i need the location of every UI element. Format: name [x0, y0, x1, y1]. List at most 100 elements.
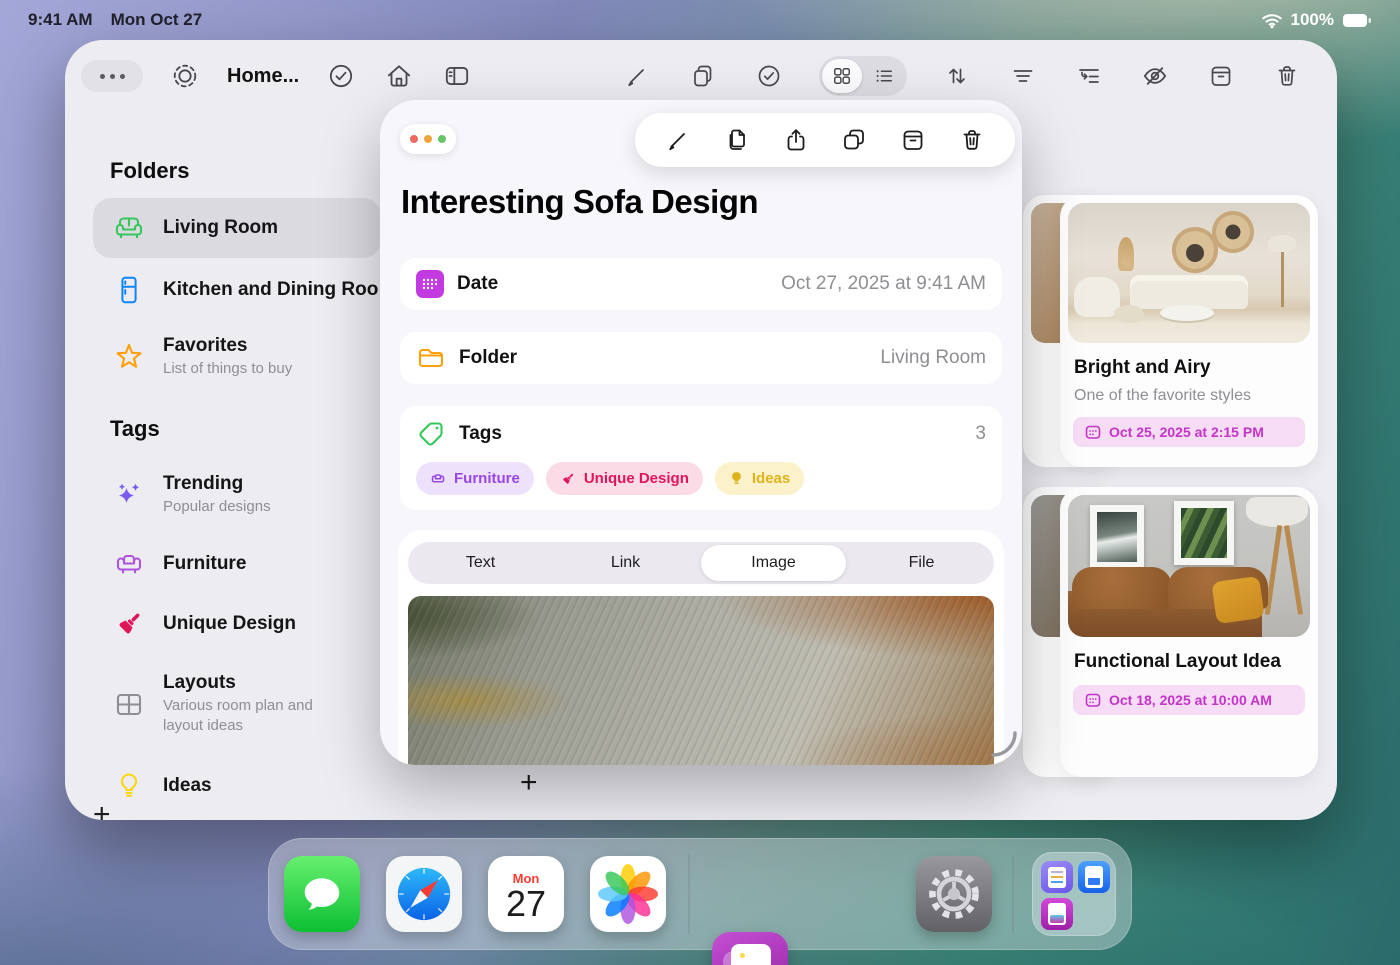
sidebar-item-subtitle: Various room plan and layout ideas — [163, 696, 343, 737]
card-date-badge: Oct 25, 2025 at 2:15 PM — [1073, 417, 1305, 447]
app-window: Home... — [65, 40, 1337, 820]
tags-row[interactable]: Tags 3 Furniture Unique Design Ideas — [400, 406, 1002, 510]
sidebar-item-subtitle: List of things to buy — [163, 359, 343, 379]
sidebar-item-favorites[interactable]: Favorites List of things to buy — [93, 324, 381, 390]
card-functional-layout[interactable]: Functional Layout Idea Oct 18, 2025 at 1… — [1060, 487, 1318, 777]
view-mode-segment[interactable] — [819, 56, 907, 96]
sidebar-item-label: Ideas — [163, 775, 212, 796]
dock-app-photos[interactable] — [590, 856, 666, 932]
tab-text[interactable]: Text — [408, 545, 553, 581]
status-date: Mon Oct 27 — [111, 10, 203, 30]
sidebar-item-subtitle: Popular designs — [163, 497, 343, 517]
tags-header: Tags — [110, 416, 160, 442]
tags-count: 3 — [975, 423, 986, 445]
tag-chip-unique-design[interactable]: Unique Design — [546, 462, 703, 495]
sidebar-item-label: Layouts — [163, 672, 343, 694]
trash-icon[interactable] — [1271, 60, 1303, 92]
sidebar-item-label: Furniture — [163, 553, 246, 574]
detail-modal: Interesting Sofa Design Date Oct 27, 202… — [380, 100, 1022, 765]
dock-app-gallery-notes[interactable] — [712, 932, 788, 965]
tag-chip-furniture[interactable]: Furniture — [416, 462, 534, 495]
battery-icon — [1342, 13, 1372, 28]
home-icon[interactable] — [383, 60, 415, 92]
fridge-icon — [109, 274, 149, 306]
card-title: Functional Layout Idea — [1074, 651, 1281, 673]
sparkles-icon — [109, 479, 149, 511]
edit-pencil-icon[interactable] — [621, 60, 653, 92]
dock-app-calendar[interactable]: Mon 27 — [488, 856, 564, 932]
tab-image[interactable]: Image — [701, 545, 846, 581]
date-row[interactable]: Date Oct 27, 2025 at 9:41 AM — [400, 258, 1002, 310]
folder-row[interactable]: Folder Living Room — [400, 332, 1002, 384]
trash-icon[interactable] — [956, 124, 988, 156]
indent-move-icon[interactable] — [1073, 60, 1105, 92]
card-title: Bright and Airy — [1074, 357, 1211, 379]
check-circle-icon[interactable] — [325, 60, 357, 92]
list-view-icon[interactable] — [864, 59, 904, 93]
chip-label: Unique Design — [584, 470, 689, 487]
sofa-icon — [109, 211, 149, 245]
orange-dot-icon — [424, 135, 432, 143]
dock-app-messages[interactable] — [284, 856, 360, 932]
edit-pencil-icon[interactable] — [662, 124, 694, 156]
grid-view-icon[interactable] — [822, 59, 862, 93]
filter-lines-icon[interactable] — [1007, 60, 1039, 92]
sidebar: Folders Living Room Kitchen and Dining R… — [65, 112, 381, 820]
status-time: 9:41 AM — [28, 10, 93, 30]
settings-gear-icon[interactable] — [169, 60, 201, 92]
card-subtitle: One of the favorite styles — [1074, 387, 1251, 405]
duplicate-icon[interactable] — [838, 124, 870, 156]
gallery-doc-icon — [731, 944, 771, 965]
sidebar-item-trending[interactable]: Trending Popular designs — [93, 462, 381, 528]
archive-icon[interactable] — [1205, 60, 1237, 92]
screen: 9:41 AM Mon Oct 27 100% Home... — [0, 0, 1400, 965]
sidebar-item-label: Unique Design — [163, 613, 296, 634]
calendar-day-number: 27 — [506, 886, 546, 922]
archive-icon[interactable] — [897, 124, 929, 156]
tab-link[interactable]: Link — [553, 545, 698, 581]
sidebar-item-kitchen[interactable]: Kitchen and Dining Roo — [93, 264, 381, 316]
note-title: Interesting Sofa Design — [401, 183, 758, 221]
sidebar-item-layouts[interactable]: Layouts Various room plan and layout ide… — [93, 658, 381, 750]
layout-grid-icon — [109, 688, 149, 720]
folders-header: Folders — [110, 158, 189, 184]
card-bright-and-airy[interactable]: Bright and Airy One of the favorite styl… — [1060, 195, 1318, 467]
tab-file[interactable]: File — [849, 545, 994, 581]
share-icon[interactable] — [780, 124, 812, 156]
sort-arrows-icon[interactable] — [941, 60, 973, 92]
mini-gallery-icon — [1041, 898, 1073, 930]
dock-divider — [1012, 854, 1014, 934]
lightbulb-icon — [729, 471, 744, 486]
sidebar-item-unique-design[interactable]: Unique Design — [93, 600, 381, 648]
folder-icon — [416, 343, 446, 373]
green-dot-icon — [438, 135, 446, 143]
select-check-icon[interactable] — [753, 60, 785, 92]
attachment-type-tabs: Text Link Image File — [408, 542, 994, 584]
window-title: Home... — [227, 65, 299, 88]
copy-pages-icon[interactable] — [721, 124, 753, 156]
dock-app-settings[interactable] — [916, 856, 992, 932]
status-bar: 9:41 AM Mon Oct 27 100% — [0, 0, 1400, 40]
safari-compass-icon — [393, 863, 455, 925]
sidebar-item-living-room[interactable]: Living Room — [93, 198, 381, 258]
sidebar-add-button[interactable]: + — [93, 800, 111, 820]
content-add-button[interactable]: + — [520, 768, 538, 798]
sidebar-item-ideas[interactable]: Ideas — [93, 762, 381, 810]
dock-app-folder[interactable] — [1032, 852, 1116, 936]
sidebar-item-furniture[interactable]: Furniture — [93, 540, 381, 588]
copy-icon[interactable] — [687, 60, 719, 92]
hide-eye-slash-icon[interactable] — [1139, 60, 1171, 92]
modal-action-bar — [635, 113, 1015, 167]
modal-ellipsis-button[interactable] — [400, 124, 456, 154]
attachment-card: Text Link Image File — [398, 530, 1004, 765]
battery-percent: 100% — [1291, 10, 1334, 30]
armchair-icon — [430, 471, 446, 487]
dock-app-safari[interactable] — [386, 856, 462, 932]
attached-image[interactable] — [408, 596, 994, 765]
sidebar-toggle-icon[interactable] — [441, 60, 473, 92]
lightbulb-icon — [109, 770, 149, 802]
resize-handle-icon[interactable] — [990, 730, 1018, 763]
tag-chip-ideas[interactable]: Ideas — [715, 462, 804, 495]
window-ellipsis-button[interactable] — [81, 60, 143, 92]
dock-divider — [688, 854, 690, 934]
